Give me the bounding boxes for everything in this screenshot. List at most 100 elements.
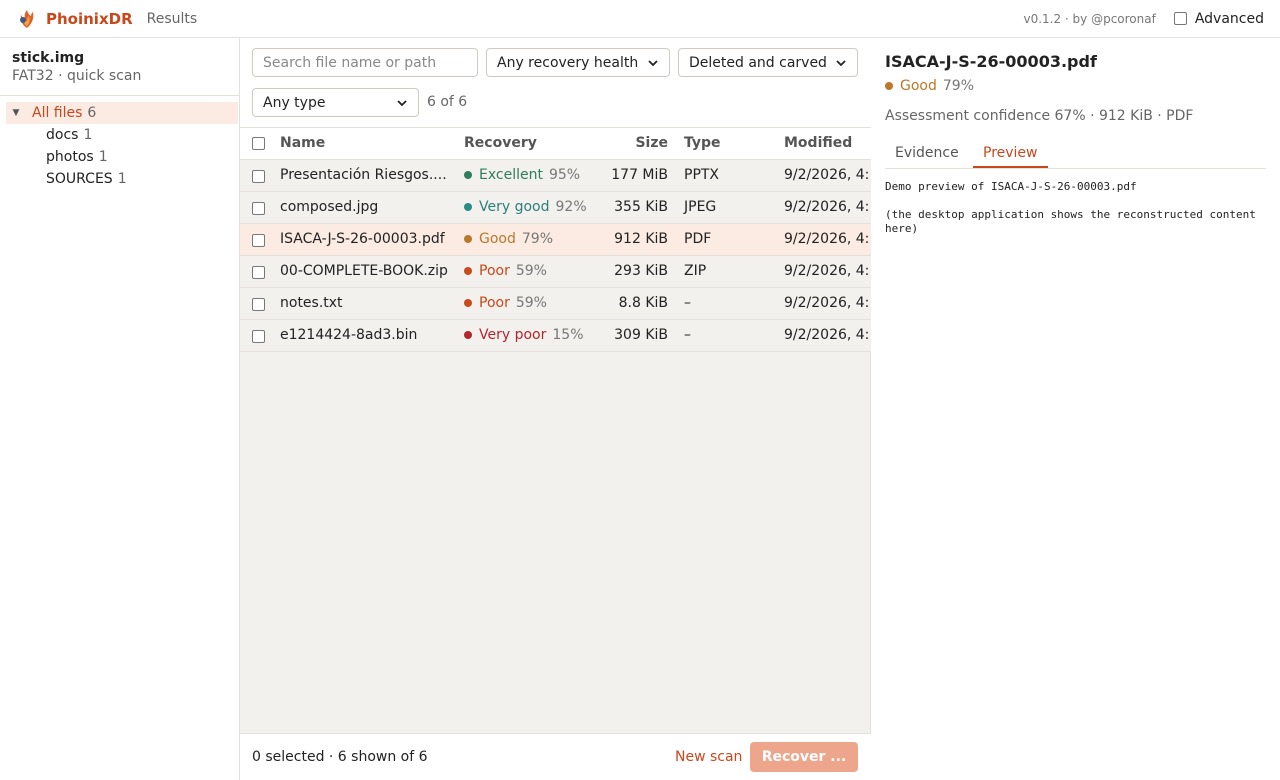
column-header-recovery[interactable]: Recovery xyxy=(464,135,537,151)
detail-panel: ISACA-J-S-26-00003.pdf Good 79% Assessme… xyxy=(871,38,1280,780)
column-header-size[interactable]: Size xyxy=(635,135,668,151)
health-label: Good xyxy=(900,78,937,94)
file-size: 309 KiB xyxy=(614,327,668,343)
advanced-checkbox[interactable] xyxy=(1173,12,1187,25)
selection-summary: 0 selected · 6 shown of 6 xyxy=(252,749,428,765)
detail-meta: Assessment confidence 67% · 912 KiB · PD… xyxy=(885,108,1194,124)
health-percent: 59% xyxy=(515,295,547,311)
tree-item-count: 1 xyxy=(98,149,108,165)
file-type: JPEG xyxy=(684,199,717,215)
recovery-health: Poor 59% xyxy=(464,263,547,279)
health-percent: 79% xyxy=(942,78,974,94)
row-checkbox[interactable] xyxy=(252,298,265,311)
preview-line: (the desktop application shows the recon… xyxy=(885,208,1256,235)
health-filter-select[interactable]: Any recovery health xyxy=(486,48,670,77)
health-percent: 15% xyxy=(552,327,584,343)
file-modified: 9/2/2026, 4: xyxy=(784,295,870,311)
file-type: – xyxy=(684,295,691,311)
health-label: Poor xyxy=(479,295,510,311)
health-percent: 59% xyxy=(515,263,547,279)
health-percent: 95% xyxy=(548,167,581,183)
tree-item-count: 1 xyxy=(117,171,127,187)
health-dot xyxy=(464,267,472,275)
result-count: 6 of 6 xyxy=(427,94,468,110)
health-label: Poor xyxy=(479,263,510,279)
file-size: 8.8 KiB xyxy=(618,295,668,311)
file-name: notes.txt xyxy=(280,295,343,311)
column-header-name[interactable]: Name xyxy=(280,135,325,151)
select-all-checkbox[interactable] xyxy=(252,137,265,150)
file-type: PPTX xyxy=(684,167,720,183)
file-name: ISACA-J-S-26-00003.pdf xyxy=(280,231,445,247)
table-row-selected[interactable]: ISACA-J-S-26-00003.pdf Good 79% 912 KiB … xyxy=(240,224,871,256)
preview-content: Demo preview of ISACA-J-S-26-00003.pdf (… xyxy=(885,180,1265,236)
tab-evidence[interactable]: Evidence xyxy=(895,145,959,161)
tree-item-all-files[interactable]: ▼ All files 6 xyxy=(6,102,238,124)
health-label: Good xyxy=(479,231,516,247)
brand-name: PhoinixDR xyxy=(46,9,133,28)
health-dot xyxy=(464,235,472,243)
recover-button[interactable]: Recover ... xyxy=(750,742,858,772)
health-label: Very good xyxy=(479,199,550,215)
advanced-label[interactable]: Advanced xyxy=(1195,11,1264,27)
image-meta: FAT32 · quick scan xyxy=(12,68,142,84)
file-modified: 9/2/2026, 4: xyxy=(784,167,870,183)
recovery-health: Very good 92% xyxy=(464,199,587,215)
file-size: 177 MiB xyxy=(611,167,668,183)
row-checkbox[interactable] xyxy=(252,330,265,343)
file-modified: 9/2/2026, 4: xyxy=(784,231,870,247)
table-header: Name Recovery Size Type Modified xyxy=(240,128,871,160)
tree-item-docs[interactable]: docs 1 xyxy=(46,124,92,146)
file-name: composed.jpg xyxy=(280,199,379,215)
row-checkbox[interactable] xyxy=(252,170,265,183)
chevron-down-icon xyxy=(835,57,847,69)
health-filter-value: Any recovery health xyxy=(497,54,639,71)
tree-item-photos[interactable]: photos 1 xyxy=(46,146,108,168)
file-size: 293 KiB xyxy=(614,263,668,279)
mode-filter-select[interactable]: Deleted and carved xyxy=(678,48,858,77)
sidebar-divider xyxy=(0,95,240,96)
chevron-down-icon xyxy=(647,57,659,69)
chevron-down-icon xyxy=(396,97,408,109)
table-row[interactable]: 00-COMPLETE-BOOK.zip Poor 59% 293 KiB ZI… xyxy=(240,256,871,288)
type-filter-select[interactable]: Any type xyxy=(252,88,419,117)
column-header-modified[interactable]: Modified xyxy=(784,135,852,151)
health-percent: 79% xyxy=(521,231,553,247)
image-name: stick.img xyxy=(12,50,85,66)
table-row[interactable]: e1214424-8ad3.bin Very poor 15% 309 KiB … xyxy=(240,320,871,352)
sidebar: stick.img FAT32 · quick scan ▼ All files… xyxy=(0,38,240,780)
table-row[interactable]: notes.txt Poor 59% 8.8 KiB – 9/2/2026, 4… xyxy=(240,288,871,320)
new-scan-link[interactable]: New scan xyxy=(675,749,742,765)
table-row[interactable]: composed.jpg Very good 92% 355 KiB JPEG … xyxy=(240,192,871,224)
tab-preview[interactable]: Preview xyxy=(983,145,1038,161)
search-input[interactable]: Search file name or path xyxy=(252,48,478,77)
file-modified: 9/2/2026, 4: xyxy=(784,199,870,215)
action-footer: 0 selected · 6 shown of 6 New scan Recov… xyxy=(240,733,871,780)
caret-down-icon[interactable]: ▼ xyxy=(9,108,23,118)
file-size: 355 KiB xyxy=(614,199,668,215)
active-tab-indicator xyxy=(973,166,1048,168)
recovery-health: Good 79% xyxy=(464,231,553,247)
top-bar: PhoinixDR Results v0.1.2 · by @pcoronaf … xyxy=(0,0,1280,38)
section-title: Results xyxy=(146,10,198,27)
tree-item-label: SOURCES xyxy=(46,171,113,187)
detail-health: Good 79% xyxy=(885,78,974,94)
health-dot xyxy=(464,203,472,211)
row-checkbox[interactable] xyxy=(252,234,265,247)
file-modified: 9/2/2026, 4: xyxy=(784,327,870,343)
health-label: Very poor xyxy=(479,327,547,343)
preview-line: Demo preview of ISACA-J-S-26-00003.pdf xyxy=(885,180,1137,193)
tree-item-sources[interactable]: SOURCES 1 xyxy=(46,168,127,190)
row-checkbox[interactable] xyxy=(252,202,265,215)
health-dot xyxy=(885,82,893,90)
detail-tabs: Evidence Preview xyxy=(885,140,1266,169)
recovery-health: Excellent 95% xyxy=(464,167,580,183)
health-dot xyxy=(464,299,472,307)
column-header-type[interactable]: Type xyxy=(684,135,721,151)
tree-item-label: photos xyxy=(46,149,94,165)
file-type: ZIP xyxy=(684,263,707,279)
row-checkbox[interactable] xyxy=(252,266,265,279)
table-row[interactable]: Presentación Riesgos.... Excellent 95% 1… xyxy=(240,160,871,192)
detail-title: ISACA-J-S-26-00003.pdf xyxy=(885,52,1097,71)
file-modified: 9/2/2026, 4: xyxy=(784,263,870,279)
